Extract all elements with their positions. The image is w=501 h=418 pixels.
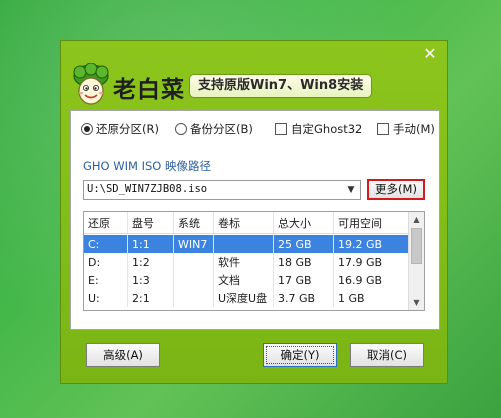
- ok-button[interactable]: 确定(Y): [263, 343, 337, 367]
- chevron-down-icon[interactable]: ▼: [343, 182, 359, 198]
- partition-table: 还原 盘号 系统 卷标 总大小 可用空间 C: 1:1 WIN7 25 GB 1…: [83, 211, 425, 311]
- column-header[interactable]: 还原: [84, 212, 128, 233]
- radio-checked-icon: [81, 123, 93, 135]
- manual-checkbox[interactable]: 手动(M): [377, 121, 435, 137]
- installer-window: ✕ 老白菜 支持原版Win7、Win8安装 还原分区(R) 备份分区(B) 自定…: [60, 40, 448, 384]
- table-row[interactable]: D: 1:2 软件 18 GB 17.9 GB: [84, 253, 409, 271]
- image-path-label: GHO WIM ISO 映像路径: [83, 159, 212, 173]
- table-cell: U:: [84, 289, 128, 307]
- option-label: 手动(M): [393, 122, 435, 136]
- table-cell: U深度U盘: [214, 289, 274, 307]
- table-cell: 19.2 GB: [338, 237, 383, 251]
- close-icon[interactable]: ✕: [421, 45, 439, 63]
- table-cell: 16.9 GB: [338, 273, 383, 287]
- table-cell: 1:1: [128, 235, 174, 253]
- table-cell: 1 GB: [338, 291, 365, 305]
- table-cell: [174, 289, 214, 307]
- table-cell: WIN7: [174, 235, 214, 253]
- table-cell: 1:3: [128, 271, 174, 289]
- table-cell: [174, 253, 214, 271]
- table-header: 还原 盘号 系统 卷标 总大小 可用空间: [84, 212, 409, 234]
- restore-partition-radio[interactable]: 还原分区(R): [81, 121, 159, 137]
- table-cell: 软件: [214, 253, 274, 271]
- checkbox-icon: [377, 123, 389, 135]
- table-cell: [214, 235, 274, 253]
- scroll-up-icon[interactable]: ▲: [409, 212, 424, 227]
- column-header[interactable]: 系统: [174, 212, 214, 233]
- custom-ghost32-checkbox[interactable]: 自定Ghost32: [275, 121, 362, 137]
- table-cell: 2:1: [128, 289, 174, 307]
- scroll-thumb[interactable]: [411, 228, 422, 264]
- radio-unchecked-icon: [175, 123, 187, 135]
- advanced-button[interactable]: 高级(A): [86, 343, 160, 367]
- option-label: 自定Ghost32: [291, 122, 363, 136]
- table-cell: [174, 271, 214, 289]
- slogan-badge: 支持原版Win7、Win8安装: [189, 74, 373, 98]
- option-label: 还原分区(R): [96, 122, 159, 136]
- column-header[interactable]: 卷标: [214, 212, 274, 233]
- column-header[interactable]: 总大小: [274, 212, 334, 233]
- table-cell: D:: [84, 253, 128, 271]
- table-cell: 25 GB: [274, 235, 334, 253]
- image-path-combobox[interactable]: U:\SD_WIN7ZJB08.iso ▼: [83, 180, 361, 200]
- table-cell: C:: [84, 235, 128, 253]
- column-header[interactable]: 可用空间: [334, 212, 409, 233]
- restore-options: 还原分区(R) 备份分区(B) 自定Ghost32 手动(M): [71, 121, 441, 139]
- checkbox-icon: [275, 123, 287, 135]
- scroll-down-icon[interactable]: ▼: [409, 295, 424, 310]
- table-cell: 文档: [214, 271, 274, 289]
- table-cell: 17 GB: [274, 271, 334, 289]
- brand-title: 老白菜: [113, 77, 185, 103]
- backup-partition-radio[interactable]: 备份分区(B): [175, 121, 253, 137]
- column-header[interactable]: 盘号: [128, 212, 174, 233]
- cancel-button[interactable]: 取消(C): [350, 343, 424, 367]
- table-cell: 17.9 GB: [338, 255, 383, 269]
- more-button[interactable]: 更多(M): [367, 179, 425, 200]
- image-path-value: U:\SD_WIN7ZJB08.iso: [87, 183, 208, 195]
- table-cell: 1:2: [128, 253, 174, 271]
- table-row[interactable]: E: 1:3 文档 17 GB 16.9 GB: [84, 271, 409, 289]
- option-label: 备份分区(B): [190, 122, 253, 136]
- table-cell: 18 GB: [274, 253, 334, 271]
- cabbage-mascot-icon: [73, 63, 109, 105]
- table-row[interactable]: C: 1:1 WIN7 25 GB 19.2 GB: [84, 235, 409, 253]
- table-cell: E:: [84, 271, 128, 289]
- table-cell: 3.7 GB: [274, 289, 334, 307]
- table-row[interactable]: U: 2:1 U深度U盘 3.7 GB 1 GB: [84, 289, 409, 307]
- table-scrollbar[interactable]: ▲ ▼: [408, 212, 424, 310]
